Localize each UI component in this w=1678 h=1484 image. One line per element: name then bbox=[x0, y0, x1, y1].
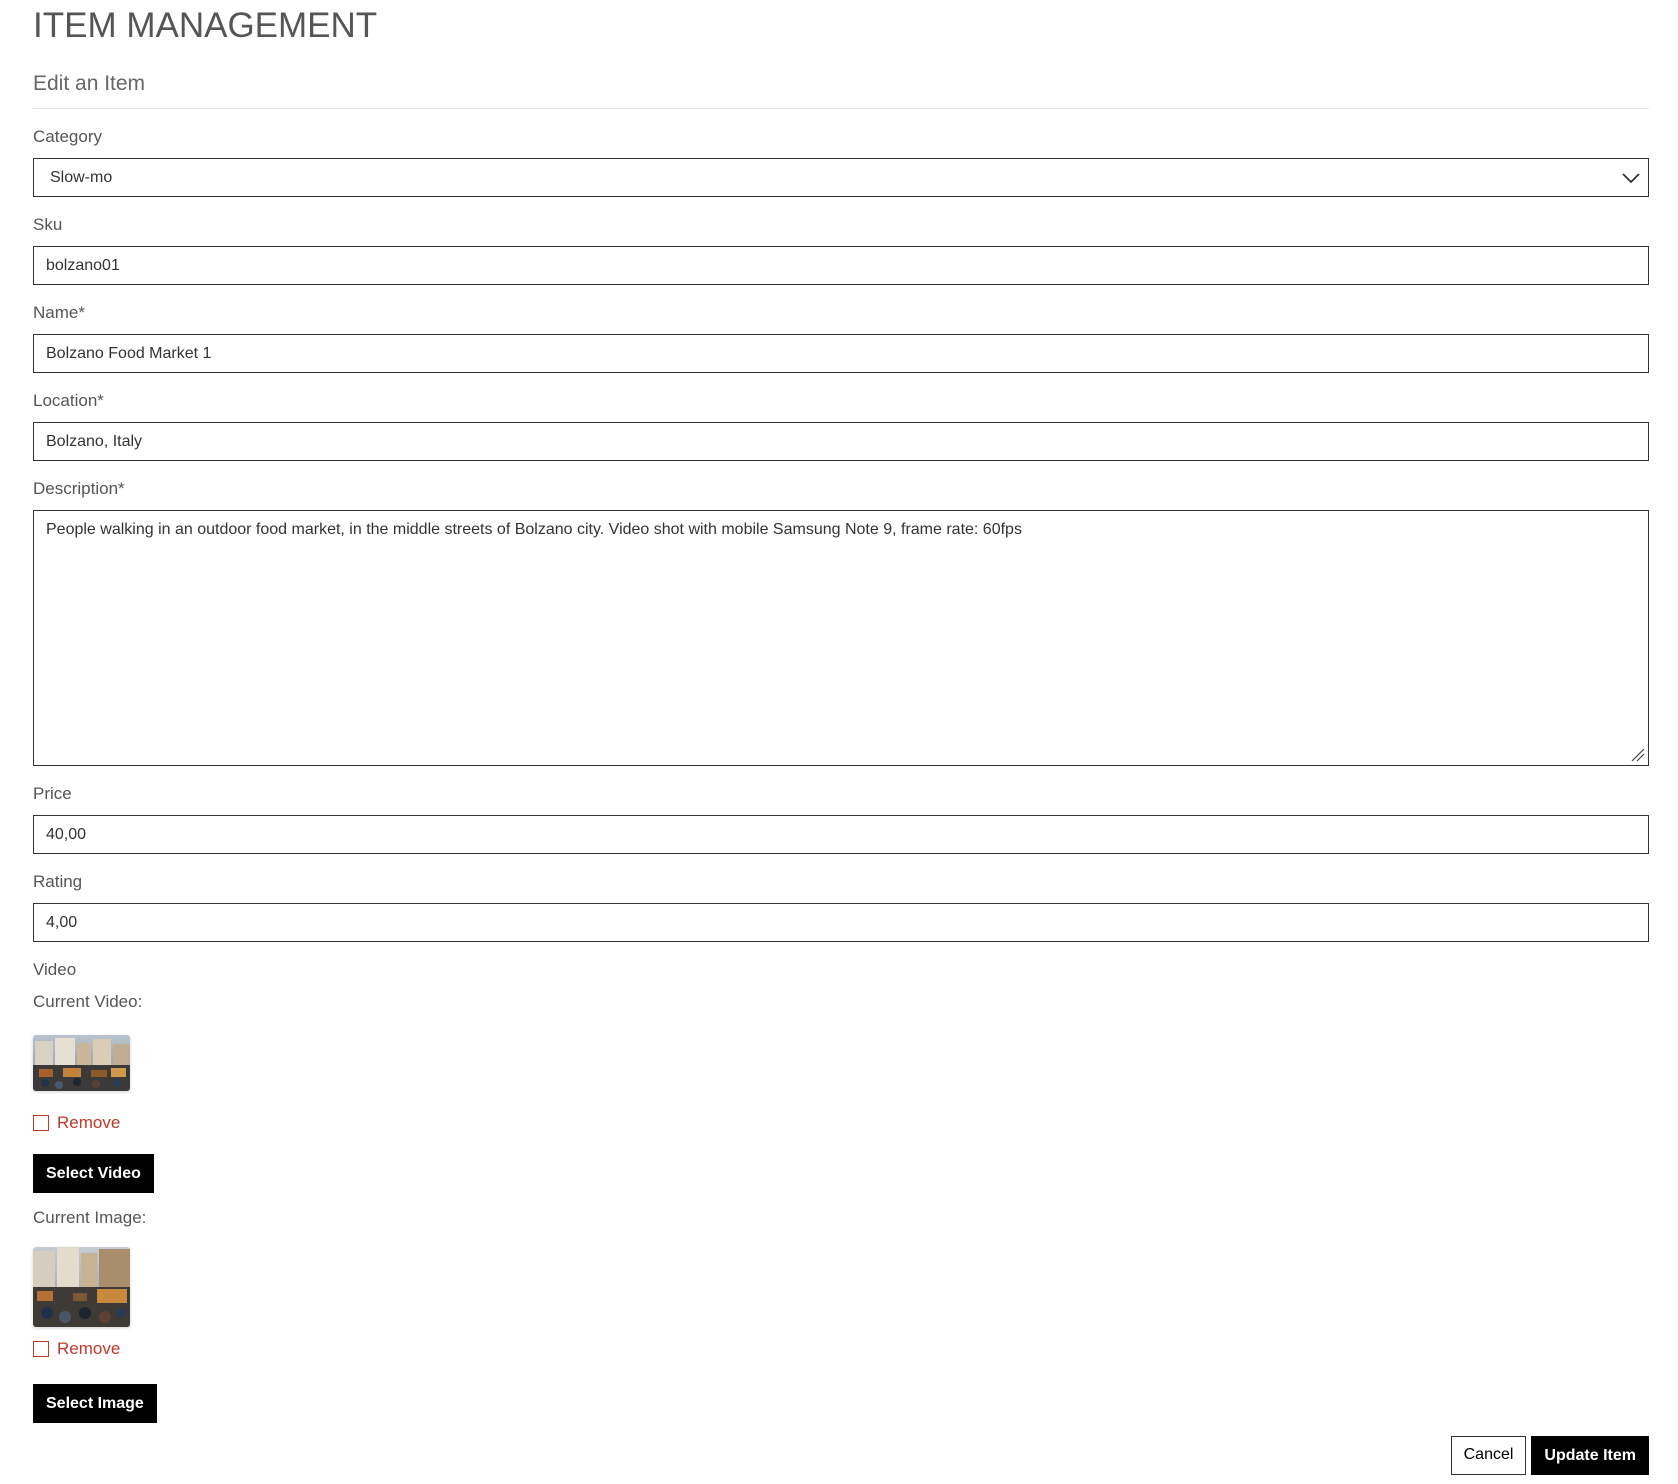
rating-label: Rating bbox=[33, 872, 83, 891]
page-subtitle: Edit an Item bbox=[33, 72, 146, 95]
remove-video-label: Remove bbox=[57, 1113, 121, 1132]
select-video-button[interactable]: Select Video bbox=[33, 1154, 154, 1193]
price-label: Price bbox=[33, 784, 72, 803]
header-divider bbox=[33, 108, 1649, 109]
description-textarea[interactable]: People walking in an outdoor food market… bbox=[33, 510, 1649, 766]
location-value: Bolzano, Italy bbox=[46, 432, 143, 450]
rating-value: 4,00 bbox=[46, 913, 78, 931]
current-video-thumbnail[interactable] bbox=[33, 1035, 130, 1091]
remove-image-checkbox[interactable] bbox=[33, 1341, 49, 1357]
category-label: Category bbox=[33, 127, 102, 146]
category-selected-value: Slow-mo bbox=[50, 168, 113, 186]
current-video-label: Current Video: bbox=[33, 992, 143, 1011]
sku-input[interactable]: bolzano01 bbox=[33, 246, 1649, 285]
description-value: People walking in an outdoor food market… bbox=[46, 521, 1022, 538]
current-image-thumbnail[interactable] bbox=[33, 1247, 130, 1327]
description-label: Description* bbox=[33, 479, 125, 498]
remove-image-row[interactable]: Remove bbox=[33, 1338, 1649, 1360]
name-input[interactable]: Bolzano Food Market 1 bbox=[33, 334, 1649, 373]
category-group: Category Slow-mo bbox=[33, 126, 1649, 197]
video-thumbnail-picture bbox=[33, 1035, 130, 1091]
page-title: ITEM MANAGEMENT bbox=[33, 6, 378, 45]
remove-video-checkbox[interactable] bbox=[33, 1115, 49, 1131]
item-edit-page: ITEM MANAGEMENT Edit an Item Category Sl… bbox=[33, 0, 1649, 1475]
location-label: Location* bbox=[33, 391, 104, 410]
name-group: Name* Bolzano Food Market 1 bbox=[33, 302, 1649, 373]
video-label: Video bbox=[33, 960, 77, 979]
form-actions: Cancel Update Item bbox=[1450, 1436, 1649, 1475]
sku-label: Sku bbox=[33, 215, 63, 234]
remove-video-row[interactable]: Remove bbox=[33, 1112, 1649, 1134]
chevron-down-icon bbox=[1622, 173, 1640, 184]
cancel-button[interactable]: Cancel bbox=[1450, 1436, 1527, 1475]
price-value: 40,00 bbox=[46, 825, 87, 843]
location-input[interactable]: Bolzano, Italy bbox=[33, 422, 1649, 461]
sku-group: Sku bolzano01 bbox=[33, 214, 1649, 285]
current-image-label: Current Image: bbox=[33, 1208, 147, 1227]
image-thumbnail-picture bbox=[33, 1247, 130, 1327]
price-group: Price 40,00 bbox=[33, 783, 1649, 854]
category-select[interactable]: Slow-mo bbox=[33, 158, 1649, 197]
remove-image-label: Remove bbox=[57, 1339, 121, 1358]
rating-input[interactable]: 4,00 bbox=[33, 903, 1649, 942]
name-value: Bolzano Food Market 1 bbox=[46, 344, 212, 362]
name-label: Name* bbox=[33, 303, 85, 322]
update-item-button[interactable]: Update Item bbox=[1531, 1436, 1649, 1475]
price-input[interactable]: 40,00 bbox=[33, 815, 1649, 854]
location-group: Location* Bolzano, Italy bbox=[33, 390, 1649, 461]
rating-group: Rating 4,00 bbox=[33, 871, 1649, 942]
select-image-button[interactable]: Select Image bbox=[33, 1384, 157, 1423]
resize-grip-icon[interactable] bbox=[1631, 748, 1645, 762]
description-group: Description* People walking in an outdoo… bbox=[33, 478, 1649, 766]
sku-value: bolzano01 bbox=[46, 256, 120, 274]
